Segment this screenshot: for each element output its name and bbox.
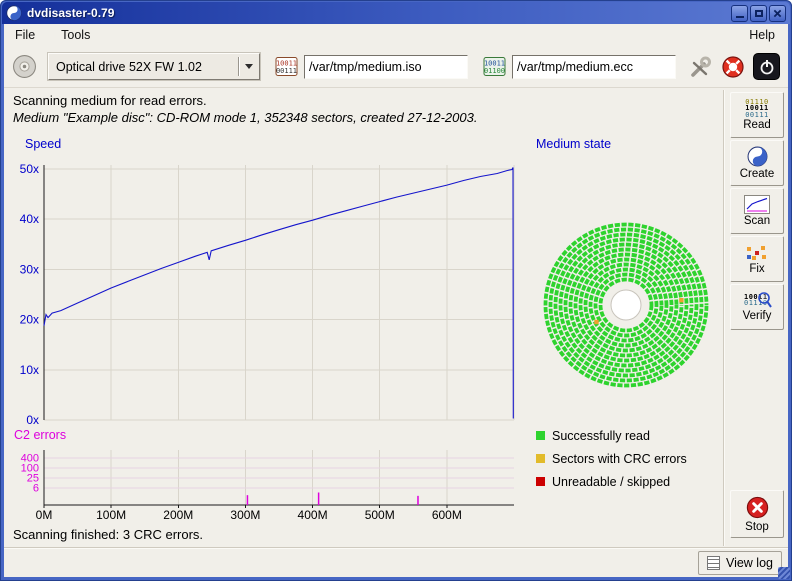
svg-text:300M: 300M xyxy=(230,508,260,522)
main-area: File Tools Help Optical drive 52X FW 1.0… xyxy=(4,24,788,577)
medium-state-legend: Successfully read Sectors with CRC error… xyxy=(536,428,687,489)
resize-grip[interactable] xyxy=(778,567,790,579)
svg-text:400: 400 xyxy=(21,452,39,464)
medium-state-title: Medium state xyxy=(536,137,611,151)
legend-label-crc: Sectors with CRC errors xyxy=(552,452,687,466)
dropdown-arrow-icon xyxy=(245,64,253,69)
verify-label: Verify xyxy=(743,310,772,322)
svg-text:0M: 0M xyxy=(36,508,53,522)
stop-button[interactable]: Stop xyxy=(730,490,784,538)
close-icon xyxy=(773,9,782,18)
fix-label: Fix xyxy=(749,263,764,275)
svg-text:50x: 50x xyxy=(20,162,39,176)
svg-text:600M: 600M xyxy=(432,508,462,522)
svg-text:400M: 400M xyxy=(298,508,328,522)
unreadable-color-swatch xyxy=(536,477,545,486)
app-window: dvdisaster-0.79 File Tools Help Optical … xyxy=(0,0,792,581)
read-color-swatch xyxy=(536,431,545,440)
stop-icon xyxy=(745,495,770,520)
iso-icon-digits-2: 00111 xyxy=(276,67,297,75)
preferences-wrench-icon[interactable] xyxy=(687,54,713,80)
sidebar-separator xyxy=(723,90,725,546)
close-button[interactable] xyxy=(769,5,786,22)
menubar: File Tools Help xyxy=(4,24,788,46)
status-area: Scanning medium for read errors. Medium … xyxy=(13,92,477,126)
titlebar: dvdisaster-0.79 xyxy=(2,2,790,24)
window-title: dvdisaster-0.79 xyxy=(27,6,731,20)
digit-line: 00111 xyxy=(745,112,769,119)
fix-button[interactable]: Fix xyxy=(730,236,784,282)
minimize-icon xyxy=(736,16,744,18)
read-label: Read xyxy=(743,119,771,131)
stop-label: Stop xyxy=(745,521,769,533)
verify-magnifier-icon: 10011 01110 xyxy=(742,293,772,309)
create-label: Create xyxy=(740,168,775,180)
menu-help[interactable]: Help xyxy=(746,26,778,44)
scan-button[interactable]: Scan xyxy=(730,188,784,234)
svg-text:500M: 500M xyxy=(365,508,395,522)
maximize-icon xyxy=(755,10,763,17)
view-log-label: View log xyxy=(726,556,773,570)
svg-text:20x: 20x xyxy=(20,313,39,327)
maximize-button[interactable] xyxy=(750,5,767,22)
view-log-button[interactable]: View log xyxy=(698,551,782,575)
ecc-file-icon: 10011 01100 xyxy=(483,56,506,77)
fix-sectors-icon xyxy=(745,244,769,262)
svg-text:6: 6 xyxy=(33,482,39,494)
mini-chart-icon xyxy=(744,195,770,214)
status-line-1: Scanning medium for read errors. xyxy=(13,92,477,109)
toolbar: Optical drive 52X FW 1.02 10011 00111 10… xyxy=(4,46,788,88)
legend-label-read: Successfully read xyxy=(552,429,650,443)
iso-image-icon: 10011 00111 xyxy=(275,56,298,77)
svg-text:100: 100 xyxy=(21,462,39,474)
optical-disc-icon[interactable] xyxy=(12,54,37,79)
svg-text:0x: 0x xyxy=(26,413,39,427)
read-button[interactable]: 01110 10011 00111 Read xyxy=(730,92,784,138)
drive-select[interactable]: Optical drive 52X FW 1.02 xyxy=(48,53,260,80)
speed-chart-title: Speed xyxy=(25,137,61,151)
svg-text:200M: 200M xyxy=(163,508,193,522)
legend-item-unreadable: Unreadable / skipped xyxy=(536,474,687,489)
ecc-icon-digits-2: 01100 xyxy=(484,67,505,75)
log-icon xyxy=(707,556,720,570)
svg-text:30x: 30x xyxy=(20,262,39,276)
window-controls xyxy=(731,5,786,22)
legend-item-read: Successfully read xyxy=(536,428,687,443)
help-lifebelt-icon[interactable] xyxy=(720,54,746,80)
power-icon xyxy=(758,58,776,76)
yinyang-icon xyxy=(747,146,768,167)
legend-label-unreadable: Unreadable / skipped xyxy=(552,475,670,489)
scan-label: Scan xyxy=(744,215,770,227)
status-line-2: Medium "Example disc": CD-ROM mode 1, 35… xyxy=(13,109,477,126)
action-sidebar: 01110 10011 00111 Read Create xyxy=(730,92,784,330)
ecc-path-input[interactable] xyxy=(512,55,676,79)
medium-state-disc xyxy=(528,218,728,394)
speed-and-c2-chart: 0M 100M 200M 300M 400M 500M 600M 0x 10x 20x 30x 40x… xyxy=(4,134,524,534)
svg-text:25: 25 xyxy=(27,472,39,484)
svg-text:40x: 40x xyxy=(20,212,39,226)
crc-color-swatch xyxy=(536,454,545,463)
verify-button[interactable]: 10011 01110 Verify xyxy=(730,284,784,330)
scan-result-status: Scanning finished: 3 CRC errors. xyxy=(13,527,203,542)
c2-errors-title: C2 errors xyxy=(14,428,66,442)
create-button[interactable]: Create xyxy=(730,140,784,186)
binary-digits-icon: 01110 10011 00111 xyxy=(745,99,769,119)
svg-text:100M: 100M xyxy=(96,508,126,522)
combo-separator xyxy=(238,57,239,76)
legend-item-crc: Sectors with CRC errors xyxy=(536,451,687,466)
menu-file[interactable]: File xyxy=(12,26,38,44)
app-yinyang-icon[interactable] xyxy=(6,5,22,21)
iso-path-input[interactable] xyxy=(304,55,468,79)
toolbar-right-group xyxy=(687,53,780,80)
quit-button[interactable] xyxy=(753,53,780,80)
footer-bar: View log xyxy=(4,547,788,577)
minimize-button[interactable] xyxy=(731,5,748,22)
magnifier-icon xyxy=(756,291,772,309)
svg-text:10x: 10x xyxy=(20,363,39,377)
drive-select-value: Optical drive 52X FW 1.02 xyxy=(49,60,238,74)
menu-tools[interactable]: Tools xyxy=(58,26,93,44)
